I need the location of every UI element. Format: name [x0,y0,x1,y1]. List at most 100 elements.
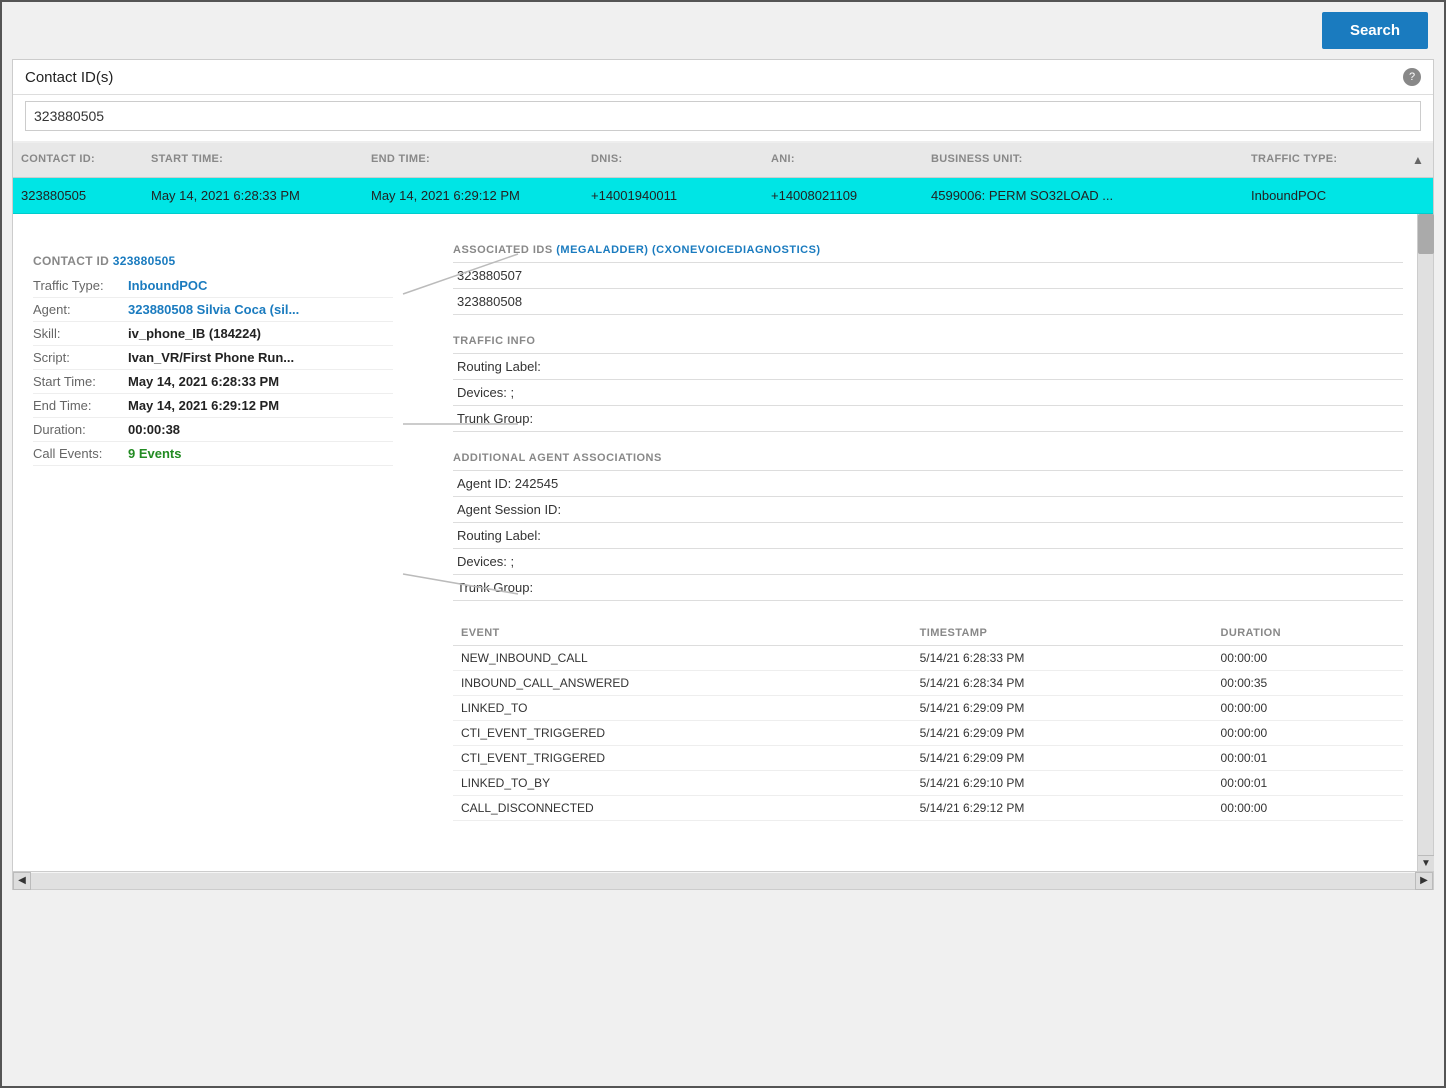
detail-contact-id: 323880505 [113,254,176,268]
scrollbar-vertical[interactable]: ▼ [1417,214,1433,871]
col-end-time: END TIME: [363,143,583,177]
detail-value-2: iv_phone_IB (184224) [128,326,261,341]
detail-label-2: Skill: [33,326,128,341]
event-cell-timestamp-3: 5/14/21 6:29:09 PM [912,721,1213,746]
events-table: EVENT TIMESTAMP DURATION NEW_INBOUND_CAL… [453,621,1403,821]
event-cell-event-3: CTI_EVENT_TRIGGERED [453,721,912,746]
contact-id-label-row: Contact ID(s) ? [13,60,1433,95]
scrollbar-thumb[interactable] [1418,214,1434,254]
left-panel: CONTACT ID 323880505 Traffic Type:Inboun… [13,234,413,851]
event-cell-timestamp-1: 5/14/21 6:28:34 PM [912,671,1213,696]
agent-assoc-section: ADDITIONAL AGENT ASSOCIATIONS Agent ID: … [453,452,1403,601]
col-duration: DURATION [1213,621,1403,646]
event-cell-event-6: CALL_DISCONNECTED [453,796,912,821]
brand-link-2[interactable]: (CXONEVOICEDIAGNOSTICS) [652,244,821,256]
col-business-unit: BUSINESS UNIT: [923,143,1243,177]
traffic-row-0: Routing Label: [453,353,1403,379]
agent-row-1: Agent Session ID: [453,496,1403,522]
event-cell-duration-0: 00:00:00 [1213,646,1403,671]
event-row-3: CTI_EVENT_TRIGGERED5/14/21 6:29:09 PM00:… [453,721,1403,746]
search-button[interactable]: Search [1322,12,1428,49]
event-cell-timestamp-6: 5/14/21 6:29:12 PM [912,796,1213,821]
traffic-info-section: TRAFFIC INFO Routing Label: Devices: ; T… [453,335,1403,432]
detail-row-6: Duration:00:00:38 [33,422,393,442]
assoc-id-2: 323880508 [453,288,1403,315]
detail-row-7: Call Events:9 Events [33,446,393,466]
search-input-row [13,95,1433,143]
main-panel: Contact ID(s) ? CONTACT ID: START TIME: … [12,59,1434,890]
col-ani: ANI: [763,143,923,177]
detail-area: CONTACT ID 323880505 Traffic Type:Inboun… [13,214,1433,871]
brand-link-1[interactable]: (MEGALADDER) [556,244,648,256]
event-cell-event-1: INBOUND_CALL_ANSWERED [453,671,912,696]
associated-ids-title: ASSOCIATED IDS (MEGALADDER) (CXONEVOICED… [453,244,1403,256]
agent-row-4: Trunk Group: [453,574,1403,601]
event-cell-duration-3: 00:00:00 [1213,721,1403,746]
col-event: EVENT [453,621,912,646]
events-body: NEW_INBOUND_CALL5/14/21 6:28:33 PM00:00:… [453,646,1403,821]
assoc-id-1: 323880507 [453,262,1403,288]
detail-value-1: 323880508 Silvia Coca (sil... [128,302,299,317]
traffic-info-title: TRAFFIC INFO [453,335,1403,347]
event-cell-duration-5: 00:00:01 [1213,771,1403,796]
detail-label-3: Script: [33,350,128,365]
detail-title: CONTACT ID 323880505 [33,254,393,268]
row-ani: +14008021109 [763,178,923,213]
top-bar: Search [2,2,1444,59]
agent-row-3: Devices: ; [453,548,1403,574]
detail-rows: Traffic Type:InboundPOCAgent:323880508 S… [33,278,393,466]
detail-label-6: Duration: [33,422,128,437]
row-traffic-type: InboundPOC [1243,178,1403,213]
detail-row-0: Traffic Type:InboundPOC [33,278,393,298]
event-row-5: LINKED_TO_BY5/14/21 6:29:10 PM00:00:01 [453,771,1403,796]
contact-id-label: Contact ID(s) [25,69,113,86]
detail-label-1: Agent: [33,302,128,317]
row-contact-id: 323880505 [13,178,143,213]
event-row-2: LINKED_TO5/14/21 6:29:09 PM00:00:00 [453,696,1403,721]
detail-row-5: End Time:May 14, 2021 6:29:12 PM [33,398,393,418]
detail-label-4: Start Time: [33,374,128,389]
detail-label-0: Traffic Type: [33,278,128,293]
row-business-unit: 4599006: PERM SO32LOAD ... [923,178,1243,213]
contact-id-input[interactable] [25,101,1421,131]
agent-row-0: Agent ID: 242545 [453,470,1403,496]
traffic-row-2: Trunk Group: [453,405,1403,432]
event-cell-timestamp-4: 5/14/21 6:29:09 PM [912,746,1213,771]
scroll-down-arrow[interactable]: ▼ [1418,855,1434,871]
event-row-4: CTI_EVENT_TRIGGERED5/14/21 6:29:09 PM00:… [453,746,1403,771]
row-dnis: +14001940011 [583,178,763,213]
row-end-time: May 14, 2021 6:29:12 PM [363,178,583,213]
info-icon[interactable]: ? [1403,68,1421,86]
event-cell-duration-4: 00:00:01 [1213,746,1403,771]
detail-value-0: InboundPOC [128,278,207,293]
detail-value-5: May 14, 2021 6:29:12 PM [128,398,279,413]
event-cell-timestamp-5: 5/14/21 6:29:10 PM [912,771,1213,796]
event-cell-event-0: NEW_INBOUND_CALL [453,646,912,671]
scroll-right-arrow[interactable]: ▶ [1415,872,1433,890]
col-contact-id: CONTACT ID: [13,143,143,177]
col-traffic-type: TRAFFIC TYPE: [1243,143,1403,177]
agent-assoc-title: ADDITIONAL AGENT ASSOCIATIONS [453,452,1403,464]
scroll-left-arrow[interactable]: ◀ [13,872,31,890]
detail-row-3: Script:Ivan_VR/First Phone Run... [33,350,393,370]
associated-ids-section: ASSOCIATED IDS (MEGALADDER) (CXONEVOICED… [453,244,1403,315]
sort-arrow[interactable]: ▲ [1403,143,1433,177]
events-section: EVENT TIMESTAMP DURATION NEW_INBOUND_CAL… [453,621,1403,821]
event-cell-event-5: LINKED_TO_BY [453,771,912,796]
event-row-1: INBOUND_CALL_ANSWERED5/14/21 6:28:34 PM0… [453,671,1403,696]
detail-value-3: Ivan_VR/First Phone Run... [128,350,294,365]
detail-label-7: Call Events: [33,446,128,461]
horizontal-scrollbar[interactable] [31,873,1415,889]
detail-value-7: 9 Events [128,446,181,461]
event-cell-duration-2: 00:00:00 [1213,696,1403,721]
col-timestamp: TIMESTAMP [912,621,1213,646]
row-spacer [1403,178,1433,213]
detail-row-4: Start Time:May 14, 2021 6:28:33 PM [33,374,393,394]
row-start-time: May 14, 2021 6:28:33 PM [143,178,363,213]
table-header: CONTACT ID: START TIME: END TIME: DNIS: … [13,143,1433,178]
event-cell-event-2: LINKED_TO [453,696,912,721]
col-dnis: DNIS: [583,143,763,177]
event-cell-timestamp-2: 5/14/21 6:29:09 PM [912,696,1213,721]
detail-row-1: Agent:323880508 Silvia Coca (sil... [33,302,393,322]
table-row[interactable]: 323880505 May 14, 2021 6:28:33 PM May 14… [13,178,1433,214]
